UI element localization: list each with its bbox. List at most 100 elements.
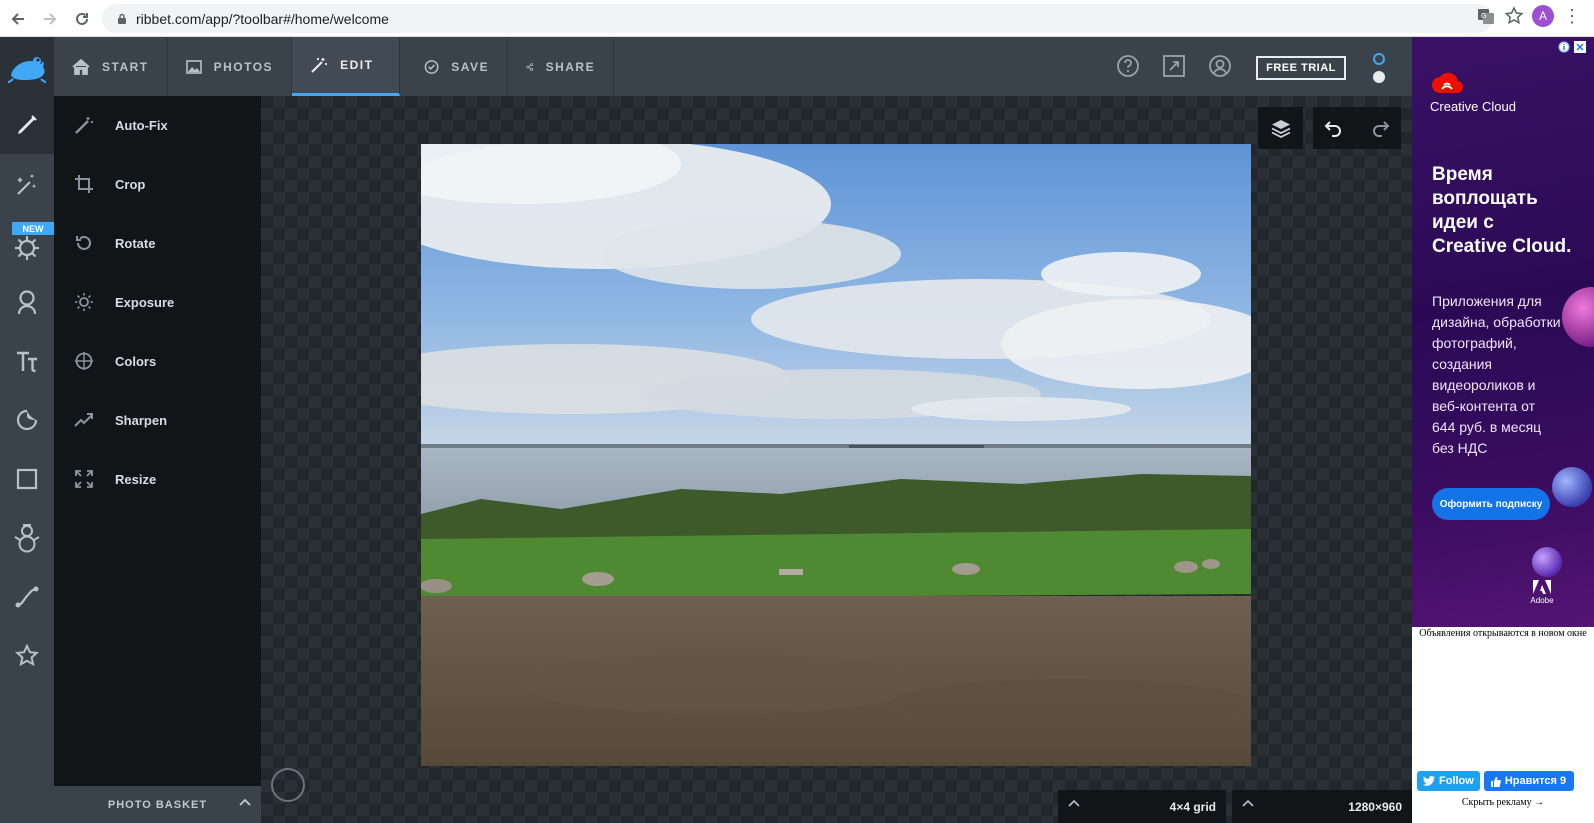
back-button[interactable]	[2, 3, 34, 35]
app-header: START PHOTOS EDIT SAVE SHARE FREE TRIAL	[0, 37, 1412, 96]
tool-rotate[interactable]: Rotate	[54, 220, 261, 266]
lock-icon	[118, 13, 126, 24]
twitter-bird-icon	[1423, 776, 1435, 786]
snowman-icon	[14, 524, 40, 553]
effects-wand-icon	[17, 174, 37, 195]
rail-favorites[interactable]	[0, 627, 54, 685]
tool-resize[interactable]: Resize	[54, 456, 261, 502]
ad-decor-orb	[1532, 547, 1562, 577]
rail-seasonal[interactable]	[0, 509, 54, 567]
rail-touchup[interactable]	[0, 273, 54, 331]
zoom-control[interactable]	[271, 768, 305, 802]
photo-basket-toggle[interactable]: PHOTO BASKET	[54, 786, 261, 823]
magic-wand-icon	[311, 58, 328, 73]
ad-banner[interactable]: Creative Cloud Время воплощать идеи с Cr…	[1412, 37, 1594, 627]
rail-text[interactable]	[0, 332, 54, 390]
tool-crop-label: Crop	[115, 176, 146, 192]
theme-toggle-light[interactable]	[1373, 71, 1385, 83]
chevron-up-icon	[1242, 799, 1254, 807]
url-text: ribbet.com/app/?toolbar#/home/welcome	[136, 10, 389, 27]
chevron-up-icon	[239, 798, 251, 806]
social-buttons: Follow Нравится 9	[1417, 771, 1574, 791]
forward-button[interactable]	[34, 3, 66, 35]
ad-headline: Время воплощать идеи с Creative Cloud.	[1432, 164, 1572, 257]
theme-toggle-dark[interactable]	[1373, 53, 1385, 65]
translate-icon[interactable]: G	[1476, 6, 1496, 26]
colors-icon	[75, 352, 93, 370]
undo-icon[interactable]	[1323, 119, 1343, 137]
canvas-area[interactable]: 4×4 grid 1280×960	[261, 96, 1412, 823]
tool-colors[interactable]: Colors	[54, 338, 261, 384]
arrow-left-icon	[11, 13, 24, 25]
check-circle-icon	[424, 59, 439, 74]
main-tabs: START PHOTOS EDIT SAVE SHARE	[54, 37, 615, 96]
curve-icon	[15, 586, 39, 608]
tab-photos[interactable]: PHOTOS	[168, 37, 293, 96]
ribbet-logo[interactable]	[0, 37, 54, 96]
pencil-icon	[18, 115, 37, 134]
ad-note: Объявления открываются в новом окне	[1419, 628, 1587, 639]
auto-fix-icon	[75, 117, 93, 134]
layers-icon	[1271, 120, 1290, 138]
tab-save[interactable]: SAVE	[400, 37, 509, 96]
rail-basic-edits[interactable]	[0, 96, 54, 154]
category-rail: NEW	[0, 96, 54, 823]
tool-sharpen-label: Sharpen	[115, 412, 168, 428]
follow-label: Follow	[1439, 775, 1474, 787]
bookmark-star-icon[interactable]	[1504, 6, 1524, 26]
ad-panel: Creative Cloud Время воплощать идеи с Cr…	[1412, 37, 1594, 823]
tools-panel: Auto-Fix Crop Rotate Exposure Colors Sha…	[54, 96, 261, 823]
edited-photo[interactable]	[421, 144, 1251, 766]
tool-crop[interactable]: Crop	[54, 161, 261, 207]
account-icon[interactable]	[1208, 54, 1232, 78]
tab-share[interactable]: SHARE	[508, 37, 615, 96]
tool-rotate-label: Rotate	[115, 235, 156, 251]
tool-sharpen[interactable]: Sharpen	[54, 397, 261, 443]
svg-text:G: G	[1481, 12, 1486, 20]
profile-avatar[interactable]: A	[1532, 5, 1554, 27]
adobe-a-icon	[1533, 580, 1551, 594]
redo-icon[interactable]	[1371, 119, 1391, 137]
rail-effects[interactable]	[0, 155, 54, 213]
gear-sun-icon	[15, 236, 39, 260]
rail-advanced[interactable]	[0, 568, 54, 626]
grid-label: 4×4 grid	[1169, 799, 1216, 814]
help-icon[interactable]	[1116, 54, 1140, 78]
tool-auto-fix[interactable]: Auto-Fix	[54, 102, 261, 148]
reload-button[interactable]	[66, 3, 98, 35]
ad-body: Приложения для дизайна, обработки фотогр…	[1432, 293, 1561, 456]
crop-icon	[75, 175, 93, 193]
tool-resize-label: Resize	[115, 471, 157, 487]
facebook-like-button[interactable]: Нравится 9	[1483, 771, 1574, 791]
ad-cta-button[interactable]: Оформить подписку	[1432, 488, 1550, 520]
portrait-icon	[17, 290, 37, 315]
ad-close-icon[interactable]	[1574, 41, 1586, 53]
ad-brand: Creative Cloud	[1430, 99, 1516, 114]
chevron-up-icon	[1068, 799, 1080, 807]
hide-ad-link[interactable]: Скрыть рекламу →	[1412, 797, 1594, 808]
tab-edit[interactable]: EDIT	[292, 37, 401, 96]
tool-colors-label: Colors	[115, 353, 157, 369]
tab-start[interactable]: START	[54, 37, 168, 96]
layers-button[interactable]	[1258, 107, 1303, 149]
rail-frames[interactable]	[0, 450, 54, 508]
tool-exposure[interactable]: Exposure	[54, 279, 261, 325]
text-tt-icon	[17, 351, 37, 373]
tab-share-label: SHARE	[545, 59, 596, 74]
browser-menu-icon[interactable]: ⋮	[1562, 6, 1582, 27]
dimensions-selector[interactable]: 1280×960	[1232, 790, 1412, 823]
frog-logo-icon	[7, 56, 47, 83]
twitter-follow-button[interactable]: Follow	[1417, 771, 1480, 791]
rail-stickers[interactable]	[0, 391, 54, 449]
tab-photos-label: PHOTOS	[213, 59, 274, 74]
fullscreen-icon[interactable]	[1162, 54, 1186, 78]
thumbs-up-icon	[1490, 776, 1501, 787]
ad-info-icon[interactable]	[1558, 41, 1570, 53]
grid-selector[interactable]: 4×4 grid	[1058, 790, 1226, 823]
free-trial-button[interactable]: FREE TRIAL	[1256, 56, 1346, 80]
browser-toolbar: ribbet.com/app/?toolbar#/home/welcome G …	[0, 0, 1594, 37]
sticker-icon	[16, 409, 38, 431]
history-buttons	[1313, 107, 1401, 149]
address-bar[interactable]: ribbet.com/app/?toolbar#/home/welcome	[102, 4, 1492, 33]
resize-icon	[75, 470, 93, 488]
